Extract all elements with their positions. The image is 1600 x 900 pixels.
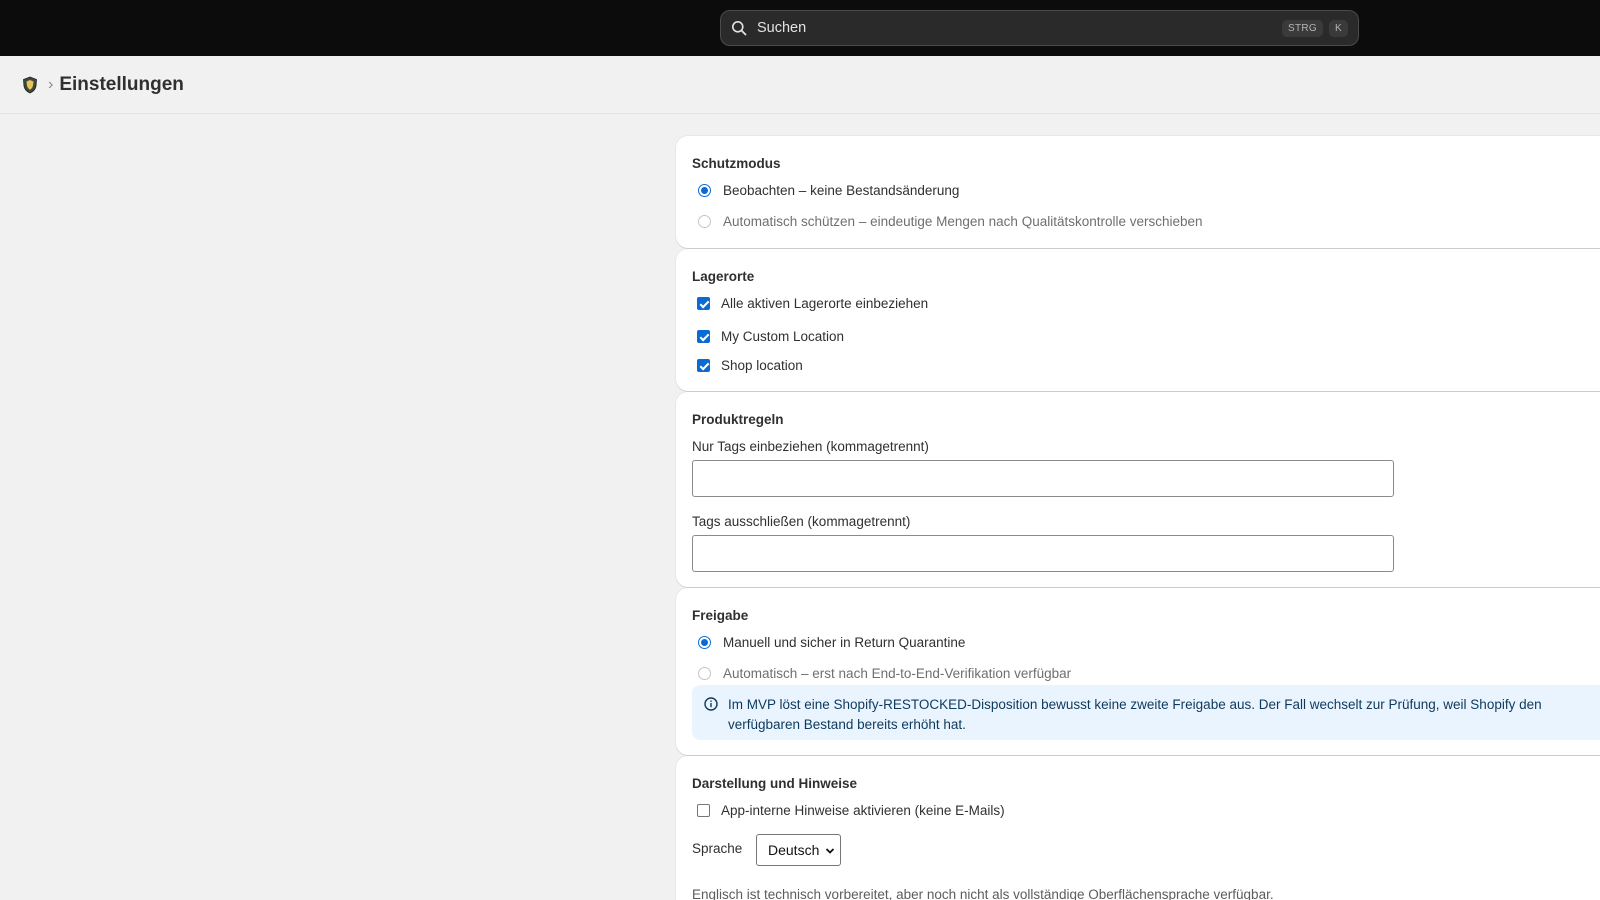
- shortcut-modifier-key: STRG: [1282, 19, 1324, 37]
- radio-button[interactable]: [698, 636, 711, 649]
- checkbox[interactable]: [697, 804, 710, 817]
- language-hint: Englisch ist technisch vorbereitet, aber…: [692, 887, 1274, 900]
- language-label: Sprache: [692, 841, 743, 856]
- search-input[interactable]: Suchen STRG K: [720, 10, 1359, 46]
- radio-button[interactable]: [698, 215, 711, 228]
- checkbox[interactable]: [697, 359, 710, 372]
- display-notices-card: Darstellung und Hinweise App-interne Hin…: [676, 756, 1600, 900]
- option-label: Automatisch – erst nach End-to-End-Verif…: [723, 666, 1072, 681]
- page-title: Einstellungen: [59, 73, 184, 95]
- checkbox-label: App-interne Hinweise aktivieren (keine E…: [721, 803, 1005, 818]
- include-tags-label: Nur Tags einbeziehen (kommagetrennt): [692, 439, 929, 454]
- language-select[interactable]: Deutsch: [756, 834, 841, 866]
- info-text-line: verfügbaren Bestand bereits erhöht hat.: [728, 717, 966, 732]
- chevron-down-icon: [825, 844, 835, 860]
- checkbox-label: Alle aktiven Lagerorte einbeziehen: [721, 296, 929, 311]
- locations-card: Lagerorte Alle aktiven Lagerorte einbezi…: [676, 249, 1600, 391]
- checkbox[interactable]: [697, 330, 710, 343]
- info-text: Im MVP löst eine Shopify-RESTOCKED-Dispo…: [728, 695, 1542, 740]
- protection-mode-card: Schutzmodus Beobachten – keine Bestandsä…: [676, 136, 1600, 248]
- checkbox-all-locations[interactable]: Alle aktiven Lagerorte einbeziehen: [692, 296, 928, 311]
- radio-manual-release-option[interactable]: Manuell und sicher in Return Quarantine: [692, 635, 965, 650]
- checkbox-label: My Custom Location: [721, 329, 845, 344]
- section-title: Darstellung und Hinweise: [692, 776, 858, 791]
- section-title: Produktregeln: [692, 412, 784, 427]
- release-card: Freigabe Manuell und sicher in Return Qu…: [676, 588, 1600, 755]
- language-selected-value: Deutsch: [768, 842, 820, 858]
- option-label: Automatisch schützen – eindeutige Mengen…: [723, 214, 1203, 229]
- exclude-tags-label: Tags ausschließen (kommagetrennt): [692, 514, 911, 529]
- checkbox[interactable]: [697, 297, 710, 310]
- breadcrumb-separator: ›: [48, 75, 54, 93]
- checkbox-inapp-notices[interactable]: App-interne Hinweise aktivieren (keine E…: [692, 803, 1005, 818]
- checkbox-shop-location[interactable]: Shop location: [692, 358, 803, 373]
- radio-auto-protect-option[interactable]: Automatisch schützen – eindeutige Mengen…: [692, 214, 1203, 229]
- page-header: › Einstellungen: [0, 56, 1600, 114]
- app-shield-icon[interactable]: [20, 75, 40, 95]
- info-icon: [704, 697, 720, 713]
- radio-observe-option[interactable]: Beobachten – keine Bestandsänderung: [692, 183, 959, 198]
- exclude-tags-input[interactable]: [692, 535, 1394, 572]
- product-rules-card: Produktregeln Nur Tags einbeziehen (komm…: [676, 392, 1600, 587]
- info-text-line: Im MVP löst eine Shopify-RESTOCKED-Dispo…: [728, 697, 1542, 712]
- search-icon: [731, 19, 749, 37]
- info-banner: Im MVP löst eine Shopify-RESTOCKED-Dispo…: [692, 685, 1600, 740]
- include-tags-input[interactable]: [692, 460, 1394, 497]
- section-title: Lagerorte: [692, 269, 755, 284]
- radio-button[interactable]: [698, 184, 711, 197]
- option-label: Manuell und sicher in Return Quarantine: [723, 635, 966, 650]
- radio-button[interactable]: [698, 667, 711, 680]
- checkbox-label: Shop location: [721, 358, 803, 373]
- section-title: Schutzmodus: [692, 156, 781, 171]
- search-placeholder: Suchen: [757, 20, 807, 36]
- checkbox-my-custom-location[interactable]: My Custom Location: [692, 329, 844, 344]
- section-title: Freigabe: [692, 608, 749, 623]
- shortcut-key: K: [1329, 19, 1348, 37]
- option-label: Beobachten – keine Bestandsänderung: [723, 183, 960, 198]
- top-bar: Suchen STRG K: [0, 0, 1600, 56]
- radio-auto-release-option[interactable]: Automatisch – erst nach End-to-End-Verif…: [692, 666, 1071, 681]
